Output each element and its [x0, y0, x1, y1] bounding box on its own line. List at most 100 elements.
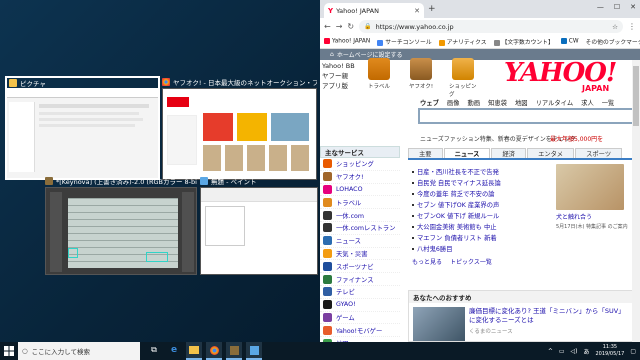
thumb-title: 無題 - ペイント — [211, 178, 257, 186]
gimp-taskbar-icon[interactable] — [226, 342, 242, 360]
sidebar-item[interactable]: スポーツナビ — [320, 260, 400, 274]
search-tab[interactable]: 求人 — [581, 98, 594, 107]
sidebar-item[interactable]: トラベル — [320, 196, 400, 210]
menu-icon[interactable]: ⋮ — [628, 22, 636, 31]
search-tab[interactable]: 画像 — [447, 98, 460, 107]
rec-title[interactable]: 廉価目標に変化あり? 王道「ミニバン」から「SUV」に変化するニーズとは — [469, 307, 629, 325]
search-tab[interactable]: 地図 — [515, 98, 528, 107]
search-tab[interactable]: 知恵袋 — [488, 98, 507, 107]
bookmark-item[interactable]: アナリティクス — [438, 37, 487, 46]
news-tab[interactable]: 経済 — [491, 148, 527, 158]
service-shopping[interactable]: ショッピング — [449, 58, 477, 98]
weather-icon — [323, 248, 332, 258]
bookmark-item[interactable]: サーチコンソール — [377, 37, 432, 46]
sidebar-item[interactable]: ショッピング — [320, 158, 400, 171]
search-tab[interactable]: リアルタイム — [536, 98, 574, 107]
news-item[interactable]: 大公園金美術 美術館も 中止 — [412, 221, 552, 232]
news-item[interactable]: セブンOK 値下げ 新規ルール — [412, 210, 552, 221]
window-thumb-gimp[interactable]: *[Keynova] (上書き済み)-2.0 (RGBカラー 8-bit gam… — [45, 175, 197, 275]
left-link[interactable]: Yahoo! BB — [322, 61, 355, 71]
search-tab[interactable]: ウェブ — [420, 98, 439, 107]
close-icon[interactable]: ✕ — [414, 7, 420, 15]
new-tab-button[interactable]: + — [428, 4, 436, 14]
scrollbar[interactable] — [632, 60, 640, 342]
cart-icon — [452, 58, 474, 80]
news-item[interactable]: 八村鬼6勝目 — [412, 243, 552, 254]
paint-taskbar-icon[interactable] — [246, 342, 262, 360]
car-photo[interactable] — [413, 307, 465, 341]
news-tab[interactable]: スポーツ — [575, 148, 623, 158]
dog-photo[interactable] — [556, 164, 624, 210]
sidebar-item[interactable]: LOHACO — [320, 184, 400, 197]
topics-link[interactable]: トピックス一覧 — [450, 257, 492, 266]
news-tab[interactable]: 主要 — [408, 148, 443, 158]
sidebar-item[interactable]: GYAO! — [320, 299, 400, 312]
reload-icon[interactable]: ↻ — [347, 22, 354, 31]
task-view-icon[interactable]: ⧉ — [146, 342, 162, 360]
search-tab[interactable]: 一覧 — [602, 98, 615, 107]
clock[interactable]: 11:35 2019/05/17 — [596, 344, 625, 358]
ime-indicator[interactable]: あ — [583, 347, 589, 356]
sidebar-item[interactable]: ファイナンス — [320, 273, 400, 286]
back-icon[interactable]: ← — [324, 22, 331, 31]
search-placeholder: ここに入力して検索 — [31, 348, 90, 356]
chrome-window: Y Yahoo! JAPAN ✕ + — ☐ ✕ ← → ↻ 🔒 https:/… — [320, 0, 640, 342]
service-auction[interactable]: ヤフオク! — [407, 58, 435, 98]
restaurant-icon — [323, 223, 332, 233]
explorer-icon[interactable] — [186, 342, 202, 360]
sidebar-item[interactable]: テレビ — [320, 286, 400, 299]
yahoo-logo-sub: JAPAN — [582, 84, 610, 93]
sidebar-item[interactable]: ゲーム — [320, 312, 400, 325]
promo-link-right[interactable]: 最大年額5,000円を — [550, 134, 603, 143]
bookmark-item[interactable]: 【文字数カウント】 — [493, 37, 554, 46]
left-link[interactable]: ヤフー親 — [322, 71, 355, 81]
sidebar-item[interactable]: ヤフオク! — [320, 171, 400, 184]
window-close-icon[interactable]: ✕ — [630, 3, 636, 11]
minimize-icon[interactable]: — — [597, 3, 604, 11]
address-bar[interactable]: 🔒 https://www.yahoo.co.jp ☆ — [359, 20, 623, 33]
service-travel[interactable]: トラベル — [365, 58, 393, 98]
tray-chevron-icon[interactable]: ^ — [548, 348, 553, 355]
news-tab[interactable]: ニュース — [443, 148, 491, 158]
gimp-icon — [45, 177, 53, 185]
sidebar-item[interactable]: Yahoo!モバゲー — [320, 324, 400, 338]
volume-icon[interactable]: ◁) — [571, 348, 578, 355]
window-thumb-pictures[interactable]: ピクチャ — [5, 76, 160, 180]
news-item[interactable]: 日産・西川社長を不正で告発 — [412, 166, 552, 177]
chrome-taskbar-icon[interactable] — [206, 342, 222, 360]
notification-icon[interactable]: ▢ — [630, 348, 636, 355]
yahoo-favicon: Y — [328, 6, 334, 15]
window-thumb-paint[interactable]: 無題 - ペイント — [200, 175, 318, 275]
news-tab[interactable]: エンタメ — [527, 148, 575, 158]
sidebar-item[interactable]: 一休.com — [320, 209, 400, 222]
search-tabs: ウェブ 画像 動画 知恵袋 地図 リアルタイム 求人 一覧 — [420, 98, 614, 107]
more-link[interactable]: もっと見る — [412, 257, 442, 266]
forward-icon[interactable]: → — [336, 22, 343, 31]
taskbar-search[interactable]: ○ ここに入力して検索 — [18, 342, 140, 360]
news-item[interactable]: セブン 値下げOK 産業界の声 — [412, 199, 552, 210]
left-link[interactable]: アプリ版 — [322, 81, 355, 91]
search-input[interactable] — [418, 108, 640, 124]
news-item[interactable]: 今度の蓋年 貧乏で不安の論 — [412, 188, 552, 199]
photo-caption[interactable]: 犬と触れ合う — [556, 214, 630, 222]
scrollbar-thumb[interactable] — [633, 66, 639, 126]
edge-icon[interactable]: e — [166, 342, 182, 360]
chrome-icon — [162, 78, 170, 86]
bookmark-item[interactable]: Yahoo! JAPAN — [324, 38, 370, 45]
news-item[interactable]: マエフン 負債者リスト 新着 — [412, 232, 552, 243]
bookmark-item[interactable]: CW — [560, 38, 579, 45]
thumb-title: *[Keynova] (上書き済み)-2.0 (RGBカラー 8-bit gam… — [56, 178, 197, 186]
windows-start-icon[interactable] — [0, 342, 18, 360]
sidebar-item[interactable]: 一休.comレストラン — [320, 222, 400, 235]
window-thumb-chrome[interactable]: ヤフオク! - 日本最大級のネットオークション・フリマアプリ - Googl..… — [162, 76, 317, 180]
maximize-icon[interactable]: ☐ — [614, 3, 620, 11]
auction-preview — [162, 88, 317, 180]
star-icon[interactable]: ☆ — [612, 23, 618, 31]
search-tab[interactable]: 動画 — [467, 98, 480, 107]
bookmark-other[interactable]: その他のブックマーク — [586, 37, 640, 46]
sidebar-item[interactable]: ニュース — [320, 235, 400, 248]
sidebar-item[interactable]: 天気・災害 — [320, 248, 400, 261]
network-icon[interactable]: ▭ — [559, 348, 565, 355]
tab-yahoo[interactable]: Y Yahoo! JAPAN ✕ — [324, 3, 424, 18]
news-item[interactable]: 自民党 自民でマイナス延長論 — [412, 177, 552, 188]
